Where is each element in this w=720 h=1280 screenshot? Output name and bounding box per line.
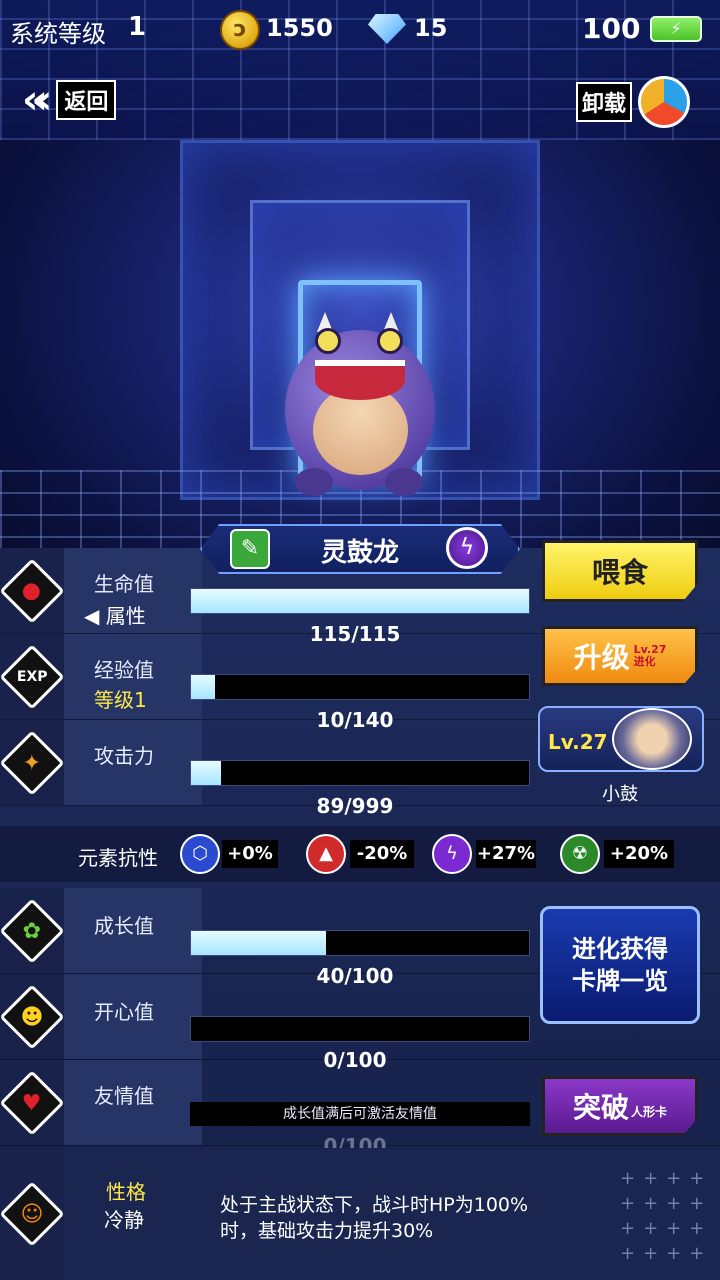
thunder-element-icon: ϟ	[432, 834, 472, 874]
recycle-icon	[638, 76, 691, 128]
creature-mouth	[315, 360, 405, 400]
smiley-icon: ☻	[0, 983, 65, 1050]
blood-drop-icon: ●	[0, 557, 65, 624]
unload-button[interactable]: 卸载	[576, 76, 691, 128]
attribute-toggle[interactable]: ◀ 属性	[84, 600, 146, 629]
coin-count: 1550	[266, 14, 333, 42]
thunder-element-icon: ϟ	[446, 527, 488, 569]
card-level: Lv.27	[548, 730, 608, 754]
resist-label: 元素抗性	[78, 846, 158, 870]
feed-label: 喂食	[591, 556, 648, 589]
attack-label: 攻击力	[94, 744, 154, 768]
unload-label: 卸载	[576, 82, 633, 122]
pumpkin-face-icon: ☺	[0, 1181, 65, 1247]
hp-bar-fill	[191, 589, 529, 613]
personality-title: 性格	[106, 1180, 146, 1204]
feed-button[interactable]: 喂食	[542, 540, 698, 602]
friendship-note: 成长值满后可激活友情值	[190, 1102, 530, 1126]
diamond-icon	[368, 14, 406, 44]
sprout-icon: ✿	[0, 897, 65, 964]
upgrade-label: 升级	[573, 641, 630, 674]
coin-icon: ↄ	[220, 10, 260, 50]
upgrade-button[interactable]: 升级 Lv.27 进化	[542, 626, 698, 686]
radiation-element-icon: ☢	[560, 834, 600, 874]
system-level-value: 1	[128, 12, 147, 42]
back-label: 返回	[56, 80, 117, 120]
exp-bar	[190, 674, 530, 700]
growth-bar	[190, 930, 530, 956]
back-arrow-icon: «‹	[22, 77, 53, 123]
edit-name-icon[interactable]: ✎	[230, 529, 270, 569]
attack-bar	[190, 760, 530, 786]
heart-icon: ♥	[0, 1069, 65, 1136]
pet-name: 灵鼓龙	[320, 538, 399, 568]
exp-bar-fill	[191, 675, 215, 699]
breakthrough-label: 突破	[572, 1091, 629, 1124]
resist-value: +20%	[604, 840, 674, 868]
growth-bar-fill	[191, 931, 327, 955]
fire-element-icon: ▲	[306, 834, 346, 874]
breakthrough-button[interactable]: 突破 人形卡	[542, 1076, 698, 1136]
growth-label: 成长值	[94, 914, 154, 938]
hp-bar	[190, 588, 530, 614]
hp-label: 生命值	[94, 572, 154, 596]
creature-foot	[295, 468, 333, 496]
breakthrough-sub: 人形卡	[631, 1104, 668, 1119]
level-label: 等级1	[94, 688, 147, 712]
friendship-label: 友情值	[94, 1084, 154, 1108]
evolve-line2: 卡牌一览	[572, 967, 668, 995]
status-bar: 系统等级 1 ↄ 1550 15 100 ⚡	[0, 0, 720, 56]
system-level-label: 系统等级	[10, 20, 106, 48]
battery-icon: ⚡	[650, 16, 702, 42]
decorative-plus-grid: ++++ ++++ ++++ ++++	[620, 1168, 713, 1264]
attack-icon: ✦	[0, 729, 65, 796]
happy-label: 开心值	[94, 1000, 154, 1024]
exp-label: 经验值	[94, 658, 154, 682]
happy-bar	[190, 1016, 530, 1042]
exp-icon: EXP	[0, 643, 65, 710]
energy-value: 100	[582, 12, 641, 45]
resist-value: -20%	[350, 840, 414, 868]
creature-eye	[377, 328, 403, 354]
shield-element-icon: ⬡	[180, 834, 220, 874]
back-button[interactable]: «‹ 返回	[22, 77, 117, 123]
attack-value: 89/999	[316, 794, 394, 818]
card-avatar	[612, 708, 692, 770]
card-name: 小鼓	[602, 784, 638, 805]
gem-count: 15	[414, 14, 448, 42]
attack-bar-fill	[191, 761, 222, 785]
upgrade-evolve: 进化	[633, 655, 656, 668]
creature-foot	[385, 468, 423, 496]
personality-description: 处于主战状态下，战斗时HP为100%时，基础攻击力提升30%	[220, 1194, 529, 1242]
resist-value: +27%	[476, 840, 536, 868]
evolution-cards-button[interactable]: 进化获得 卡牌一览	[540, 906, 700, 1024]
personality-name: 冷静	[104, 1208, 144, 1232]
resist-value: +0%	[222, 840, 278, 868]
evolve-line1: 进化获得	[572, 935, 668, 963]
creature-eye	[315, 328, 341, 354]
pet-creature[interactable]	[265, 290, 450, 500]
